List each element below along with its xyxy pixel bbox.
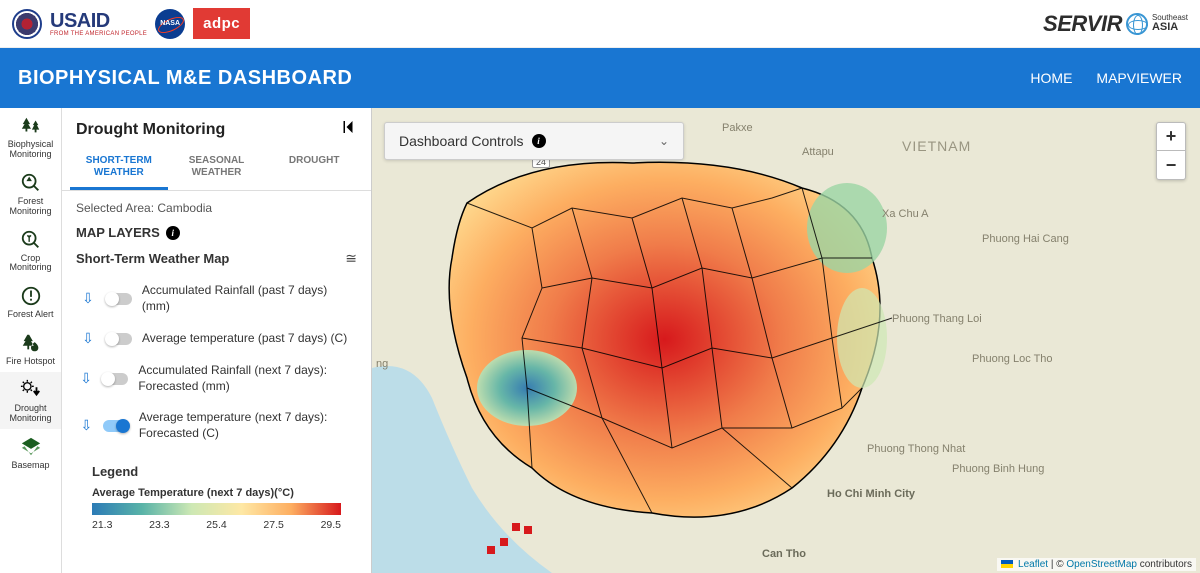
subsection-title: Short-Term Weather Map xyxy=(76,251,229,266)
sidebar-item-forest-monitoring[interactable]: Forest Monitoring xyxy=(0,165,61,222)
drought-icon xyxy=(19,378,43,402)
servir-text: SERVIR xyxy=(1043,11,1122,37)
layer-panel: Drought Monitoring SHORT-TERM WEATHER SE… xyxy=(62,108,372,573)
usaid-logo: USAID FROM THE AMERICAN PEOPLE xyxy=(50,11,147,37)
dashboard-controls-label: Dashboard Controls xyxy=(399,133,524,149)
chevron-left-bar-icon xyxy=(339,118,357,136)
osm-link[interactable]: OpenStreetMap xyxy=(1066,559,1137,570)
legend-toggle-icon[interactable]: ≅ xyxy=(345,250,357,267)
tab-seasonal-weather[interactable]: SEASONAL WEATHER xyxy=(168,149,266,190)
nasa-logo-icon: NASA xyxy=(155,9,185,39)
magnifier-plant-icon xyxy=(19,228,43,252)
servir-logo: SERVIR Southeast ASIA xyxy=(1043,11,1188,37)
layer-toggle[interactable] xyxy=(103,420,129,432)
legend-title: Legend xyxy=(92,464,357,479)
panel-title: Drought Monitoring xyxy=(76,121,225,139)
tab-shortterm-weather[interactable]: SHORT-TERM WEATHER xyxy=(70,149,168,190)
logos-left: USAID FROM THE AMERICAN PEOPLE NASA adpc xyxy=(12,8,250,39)
legend-tick-labels: 21.3 23.3 25.4 27.5 29.5 xyxy=(92,519,341,531)
legend-subtitle: Average Temperature (next 7 days)(°C) xyxy=(92,487,357,499)
top-logo-bar: USAID FROM THE AMERICAN PEOPLE NASA adpc… xyxy=(0,0,1200,48)
selected-area: Selected Area: Cambodia xyxy=(76,201,357,215)
main-nav-links: HOME MAPVIEWER xyxy=(1030,70,1182,86)
layer-toggle[interactable] xyxy=(106,333,132,345)
map-layers-header: MAP LAYERS i xyxy=(76,225,357,240)
content-area: Biophysical Monitoring Forest Monitoring… xyxy=(0,108,1200,573)
sidebar-item-biophysical[interactable]: Biophysical Monitoring xyxy=(0,108,61,165)
usaid-seal-icon xyxy=(12,9,42,39)
panel-tabs: SHORT-TERM WEATHER SEASONAL WEATHER DROU… xyxy=(62,149,371,191)
layer-toggle[interactable] xyxy=(106,293,132,305)
download-button[interactable]: ⇩ xyxy=(80,417,93,434)
zoom-out-button[interactable]: − xyxy=(1157,151,1185,179)
sidebar-item-crop-monitoring[interactable]: Crop Monitoring xyxy=(0,222,61,279)
fire-icon xyxy=(19,331,43,355)
usaid-text: USAID xyxy=(50,11,147,31)
flag-icon xyxy=(1001,560,1013,568)
nav-home[interactable]: HOME xyxy=(1030,70,1072,86)
download-button[interactable]: ⇩ xyxy=(80,290,96,307)
layer-row-rainfall-forecast: ⇩ Accumulated Rainfall (next 7 days): Fo… xyxy=(76,355,357,402)
dashboard-controls-dropdown[interactable]: Dashboard Controls i ⌄ xyxy=(384,122,684,160)
layer-label: Accumulated Rainfall (next 7 days): Fore… xyxy=(138,363,357,394)
download-button[interactable]: ⇩ xyxy=(80,370,92,387)
layer-row-temp-past: ⇩ Average temperature (past 7 days) (C) xyxy=(76,322,357,355)
main-nav-bar: BIOPHYSICAL M&E DASHBOARD HOME MAPVIEWER xyxy=(0,48,1200,108)
sidebar-item-fire-hotspot[interactable]: Fire Hotspot xyxy=(0,325,61,372)
info-icon[interactable]: i xyxy=(166,226,180,240)
magnifier-tree-icon xyxy=(19,171,43,195)
map-viewport[interactable]: VIETNAM Pakxe Attapu Xa Chu A Phuong Hai… xyxy=(372,108,1200,573)
legend-gradient xyxy=(92,503,341,515)
layer-row-rainfall-past: ⇩ Accumulated Rainfall (past 7 days) (mm… xyxy=(76,275,357,322)
layer-label: Average temperature (next 7 days): Forec… xyxy=(139,410,357,441)
tab-drought[interactable]: DROUGHT xyxy=(265,149,363,190)
layers-icon xyxy=(19,435,43,459)
trees-icon xyxy=(19,114,43,138)
usaid-tagline: FROM THE AMERICAN PEOPLE xyxy=(50,31,147,37)
chevron-down-icon: ⌄ xyxy=(659,134,669,148)
collapse-panel-button[interactable] xyxy=(339,118,357,141)
alert-icon xyxy=(19,284,43,308)
zoom-in-button[interactable]: + xyxy=(1157,123,1185,151)
zoom-control: + − xyxy=(1156,122,1186,180)
sidebar-item-basemap[interactable]: Basemap xyxy=(0,429,61,476)
info-icon[interactable]: i xyxy=(532,134,546,148)
sidebar-item-drought-monitoring[interactable]: Drought Monitoring xyxy=(0,372,61,429)
layer-label: Accumulated Rainfall (past 7 days) (mm) xyxy=(142,283,357,314)
page-title: BIOPHYSICAL M&E DASHBOARD xyxy=(18,67,352,90)
sidebar-item-forest-alert[interactable]: Forest Alert xyxy=(0,278,61,325)
globe-icon xyxy=(1126,13,1148,35)
layer-row-temp-forecast: ⇩ Average temperature (next 7 days): For… xyxy=(76,402,357,449)
layer-label: Average temperature (past 7 days) (C) xyxy=(142,331,347,347)
download-button[interactable]: ⇩ xyxy=(80,330,96,347)
nav-mapviewer[interactable]: MAPVIEWER xyxy=(1096,70,1182,86)
leaflet-link[interactable]: Leaflet xyxy=(1018,559,1048,570)
sidebar-nav: Biophysical Monitoring Forest Monitoring… xyxy=(0,108,62,573)
layer-toggle[interactable] xyxy=(102,373,128,385)
adpc-logo: adpc xyxy=(193,8,250,39)
map-canvas xyxy=(372,108,1200,573)
map-attribution: Leaflet | © OpenStreetMap contributors xyxy=(997,558,1196,571)
